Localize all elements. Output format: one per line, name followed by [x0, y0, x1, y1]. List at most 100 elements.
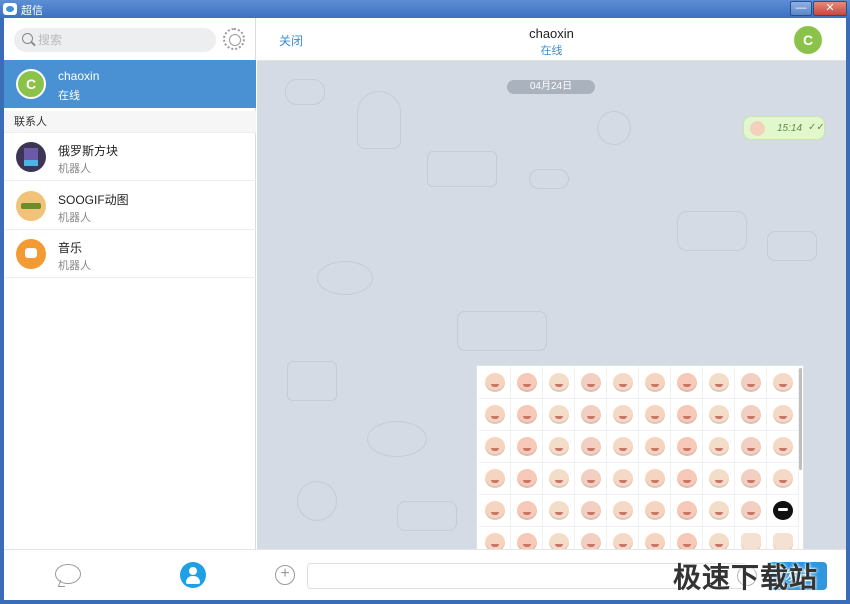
chat-main: 关闭 chaoxin 在线 C 04月24日 15:14 ✓✓ + 发送 [257, 18, 846, 600]
sticker-item[interactable] [607, 463, 639, 495]
chat-status: 在线 [540, 45, 563, 57]
header-avatar[interactable]: C [792, 24, 824, 56]
contact-item-music[interactable]: 音乐 机器人 [4, 230, 256, 278]
chat-item-chaoxin[interactable]: C chaoxin 在线 [4, 60, 256, 108]
outgoing-message[interactable]: 15:14 ✓✓ [743, 116, 825, 140]
sticker-item[interactable] [703, 527, 735, 549]
search-box[interactable] [14, 28, 216, 52]
sticker-item[interactable] [735, 463, 767, 495]
close-window-button[interactable]: ✕ [813, 1, 847, 16]
add-attachment-icon[interactable]: + [275, 565, 295, 585]
chat-header: 关闭 chaoxin 在线 C [257, 18, 846, 61]
sticker-item[interactable] [607, 495, 639, 527]
sticker-item[interactable] [575, 431, 607, 463]
background-doodle [287, 361, 337, 401]
chat-status: 在线 [58, 90, 80, 102]
search-icon [22, 33, 33, 44]
tetris-avatar [16, 142, 46, 172]
sticker-item[interactable] [639, 367, 671, 399]
settings-gear-icon[interactable] [223, 28, 245, 50]
background-doodle [397, 501, 457, 531]
sticker-item[interactable] [639, 431, 671, 463]
sticker-item[interactable] [479, 431, 511, 463]
sticker-item[interactable] [671, 527, 703, 549]
sticker-item[interactable] [543, 463, 575, 495]
message-area[interactable]: 04月24日 15:14 ✓✓ [257, 61, 846, 549]
sticker-item[interactable] [479, 527, 511, 549]
sticker-item[interactable] [543, 431, 575, 463]
sticker-item[interactable] [735, 399, 767, 431]
sticker-item[interactable] [735, 527, 767, 549]
sticker-item[interactable] [607, 527, 639, 549]
contacts-tab-icon[interactable] [180, 562, 206, 588]
contact-item-soogif[interactable]: SOOGIF动图 机器人 [4, 182, 256, 230]
sticker-item[interactable] [511, 399, 543, 431]
chats-tab-icon[interactable] [55, 564, 81, 584]
sticker-item[interactable] [511, 527, 543, 549]
sidebar-footer [4, 549, 256, 600]
sticker-item[interactable] [767, 367, 799, 399]
sticker-item[interactable] [575, 527, 607, 549]
background-doodle [677, 211, 747, 251]
sticker-item[interactable] [575, 463, 607, 495]
sticker-thumbnail [750, 121, 765, 136]
sticker-item[interactable] [479, 367, 511, 399]
read-check-icon: ✓✓ [808, 122, 825, 133]
sticker-item[interactable] [607, 399, 639, 431]
sticker-item[interactable] [671, 399, 703, 431]
sticker-item[interactable] [479, 495, 511, 527]
app-logo-icon [3, 3, 17, 15]
sticker-item[interactable] [767, 495, 799, 527]
sticker-item[interactable] [575, 399, 607, 431]
sticker-item[interactable] [479, 399, 511, 431]
sticker-item[interactable] [639, 463, 671, 495]
sticker-item[interactable] [639, 495, 671, 527]
sticker-item[interactable] [479, 463, 511, 495]
sticker-scrollbar[interactable] [799, 368, 802, 470]
window-title: 超信 [21, 5, 43, 17]
sticker-item[interactable] [511, 495, 543, 527]
minimize-button[interactable]: — [790, 1, 812, 16]
sticker-item[interactable] [703, 399, 735, 431]
sticker-item[interactable] [639, 399, 671, 431]
music-avatar [16, 239, 46, 269]
sticker-item[interactable] [543, 527, 575, 549]
sticker-item[interactable] [703, 367, 735, 399]
sticker-item[interactable] [767, 431, 799, 463]
sticker-item[interactable] [511, 431, 543, 463]
sticker-item[interactable] [767, 399, 799, 431]
sticker-item[interactable] [543, 367, 575, 399]
sticker-item[interactable] [671, 431, 703, 463]
title-bar: 超信 — ✕ [0, 0, 850, 18]
sticker-item[interactable] [671, 367, 703, 399]
background-doodle [427, 151, 497, 187]
sticker-item[interactable] [639, 527, 671, 549]
sticker-item[interactable] [511, 463, 543, 495]
date-divider: 04月24日 [507, 80, 595, 94]
sticker-item[interactable] [671, 495, 703, 527]
sticker-item[interactable] [511, 367, 543, 399]
sticker-item[interactable] [703, 495, 735, 527]
sticker-item[interactable] [735, 367, 767, 399]
contact-sub: 机器人 [58, 212, 91, 224]
search-input[interactable] [38, 31, 208, 49]
background-doodle [767, 231, 817, 261]
sticker-item[interactable] [767, 527, 799, 549]
sticker-item[interactable] [607, 431, 639, 463]
contact-name: 俄罗斯方块 [58, 144, 119, 158]
message-time: 15:14 [777, 123, 803, 134]
sticker-item[interactable] [671, 463, 703, 495]
sticker-item[interactable] [703, 463, 735, 495]
sticker-item[interactable] [735, 495, 767, 527]
sticker-item[interactable] [735, 431, 767, 463]
sticker-item[interactable] [767, 463, 799, 495]
sticker-item[interactable] [543, 495, 575, 527]
contact-sub: 机器人 [58, 163, 91, 175]
sticker-item[interactable] [607, 367, 639, 399]
contact-item-tetris[interactable]: 俄罗斯方块 机器人 [4, 133, 256, 181]
sticker-item[interactable] [543, 399, 575, 431]
sticker-item[interactable] [575, 495, 607, 527]
sticker-panel[interactable] [476, 365, 804, 549]
sticker-item[interactable] [703, 431, 735, 463]
sticker-item[interactable] [575, 367, 607, 399]
